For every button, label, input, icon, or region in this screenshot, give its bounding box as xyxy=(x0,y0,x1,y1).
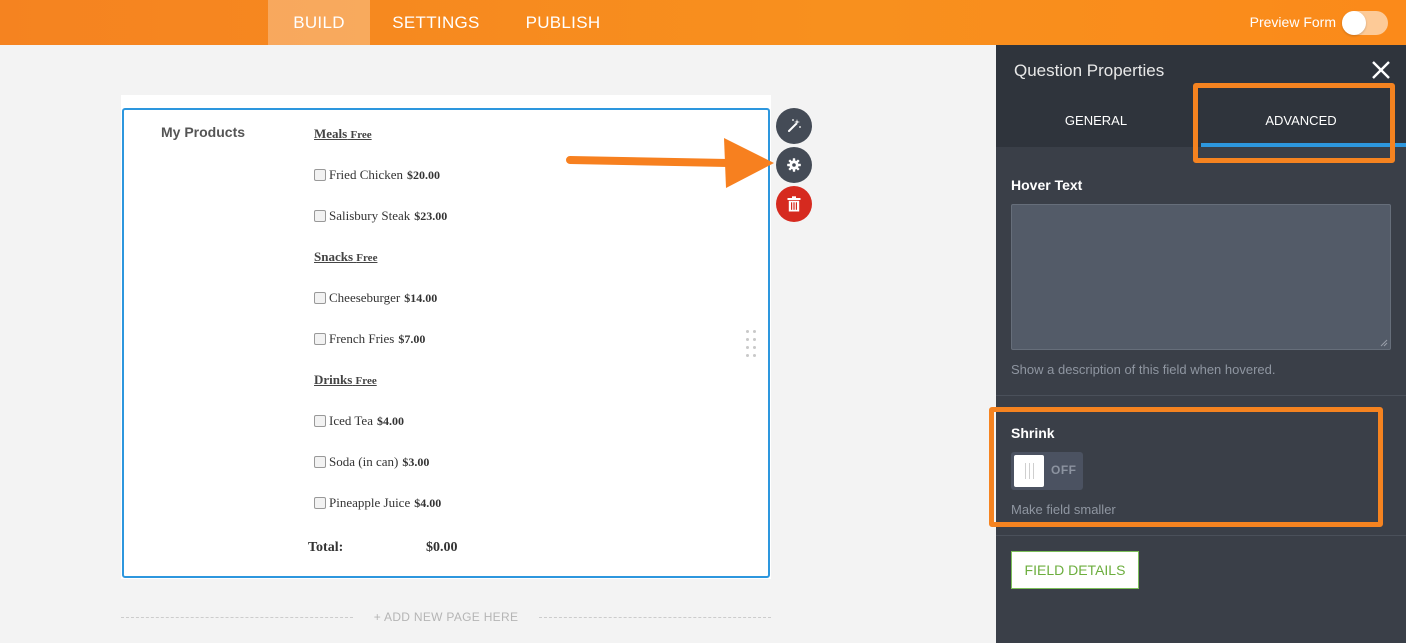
product-checkbox[interactable] xyxy=(314,456,326,468)
highlight-shrink-section xyxy=(989,407,1383,527)
question-properties-panel: Question Properties GENERAL ADVANCED Hov… xyxy=(989,45,1406,643)
product-checkbox[interactable] xyxy=(314,497,326,509)
product-item[interactable]: French Fries $7.00 xyxy=(314,331,425,347)
category-snacks: Snacks Free xyxy=(314,249,378,264)
product-checkbox[interactable] xyxy=(314,169,326,181)
gear-icon xyxy=(787,158,801,172)
close-icon[interactable] xyxy=(1370,59,1392,81)
product-item[interactable]: Cheeseburger $14.00 xyxy=(314,290,437,306)
add-new-page-label: + ADD NEW PAGE HERE xyxy=(373,610,519,624)
delete-field-button[interactable] xyxy=(776,186,812,222)
toggle-knob xyxy=(1342,11,1366,35)
annotation-arrow-icon xyxy=(566,138,774,188)
magic-wand-button[interactable] xyxy=(776,108,812,144)
product-checkbox[interactable] xyxy=(314,333,326,345)
hover-text-label: Hover Text xyxy=(1011,177,1083,193)
preview-form-label: Preview Form xyxy=(1249,14,1336,30)
hover-text-hint: Show a description of this field when ho… xyxy=(1011,362,1276,377)
product-item[interactable]: Salisbury Steak $23.00 xyxy=(314,208,447,224)
product-item[interactable]: Soda (in can) $3.00 xyxy=(314,454,429,470)
total-value: $0.00 xyxy=(426,540,458,555)
tab-settings[interactable]: SETTINGS xyxy=(380,0,492,45)
top-navigation-bar: BUILD SETTINGS PUBLISH Preview Form xyxy=(0,0,1406,45)
tab-general[interactable]: GENERAL xyxy=(996,95,1196,147)
category-drinks: Drinks Free xyxy=(314,372,377,387)
tab-build[interactable]: BUILD xyxy=(268,0,370,45)
preview-form-toggle[interactable] xyxy=(1342,11,1388,35)
section-divider xyxy=(996,535,1406,536)
panel-title: Question Properties xyxy=(1014,61,1165,80)
add-new-page[interactable]: + ADD NEW PAGE HERE xyxy=(121,608,771,628)
trash-icon xyxy=(787,196,801,212)
highlight-advanced-tab xyxy=(1193,83,1395,163)
wand-icon xyxy=(788,119,801,132)
product-checkbox[interactable] xyxy=(314,210,326,222)
category-meals: Meals Free xyxy=(314,126,372,141)
tab-publish[interactable]: PUBLISH xyxy=(510,0,616,45)
product-item[interactable]: Pineapple Juice $4.00 xyxy=(314,495,441,511)
field-properties-button[interactable] xyxy=(776,147,812,183)
section-divider xyxy=(996,395,1406,396)
product-checkbox[interactable] xyxy=(314,292,326,304)
resize-grip-icon[interactable] xyxy=(1380,339,1388,347)
hover-text-input[interactable] xyxy=(1011,204,1391,350)
product-item[interactable]: Iced Tea $4.00 xyxy=(314,413,404,429)
field-details-button[interactable]: FIELD DETAILS xyxy=(1011,551,1139,589)
product-item[interactable]: Fried Chicken $20.00 xyxy=(314,167,440,183)
total-label: Total: xyxy=(308,540,344,555)
product-checkbox[interactable] xyxy=(314,415,326,427)
drag-handle-icon[interactable] xyxy=(746,330,758,358)
field-label: My Products xyxy=(161,124,246,140)
